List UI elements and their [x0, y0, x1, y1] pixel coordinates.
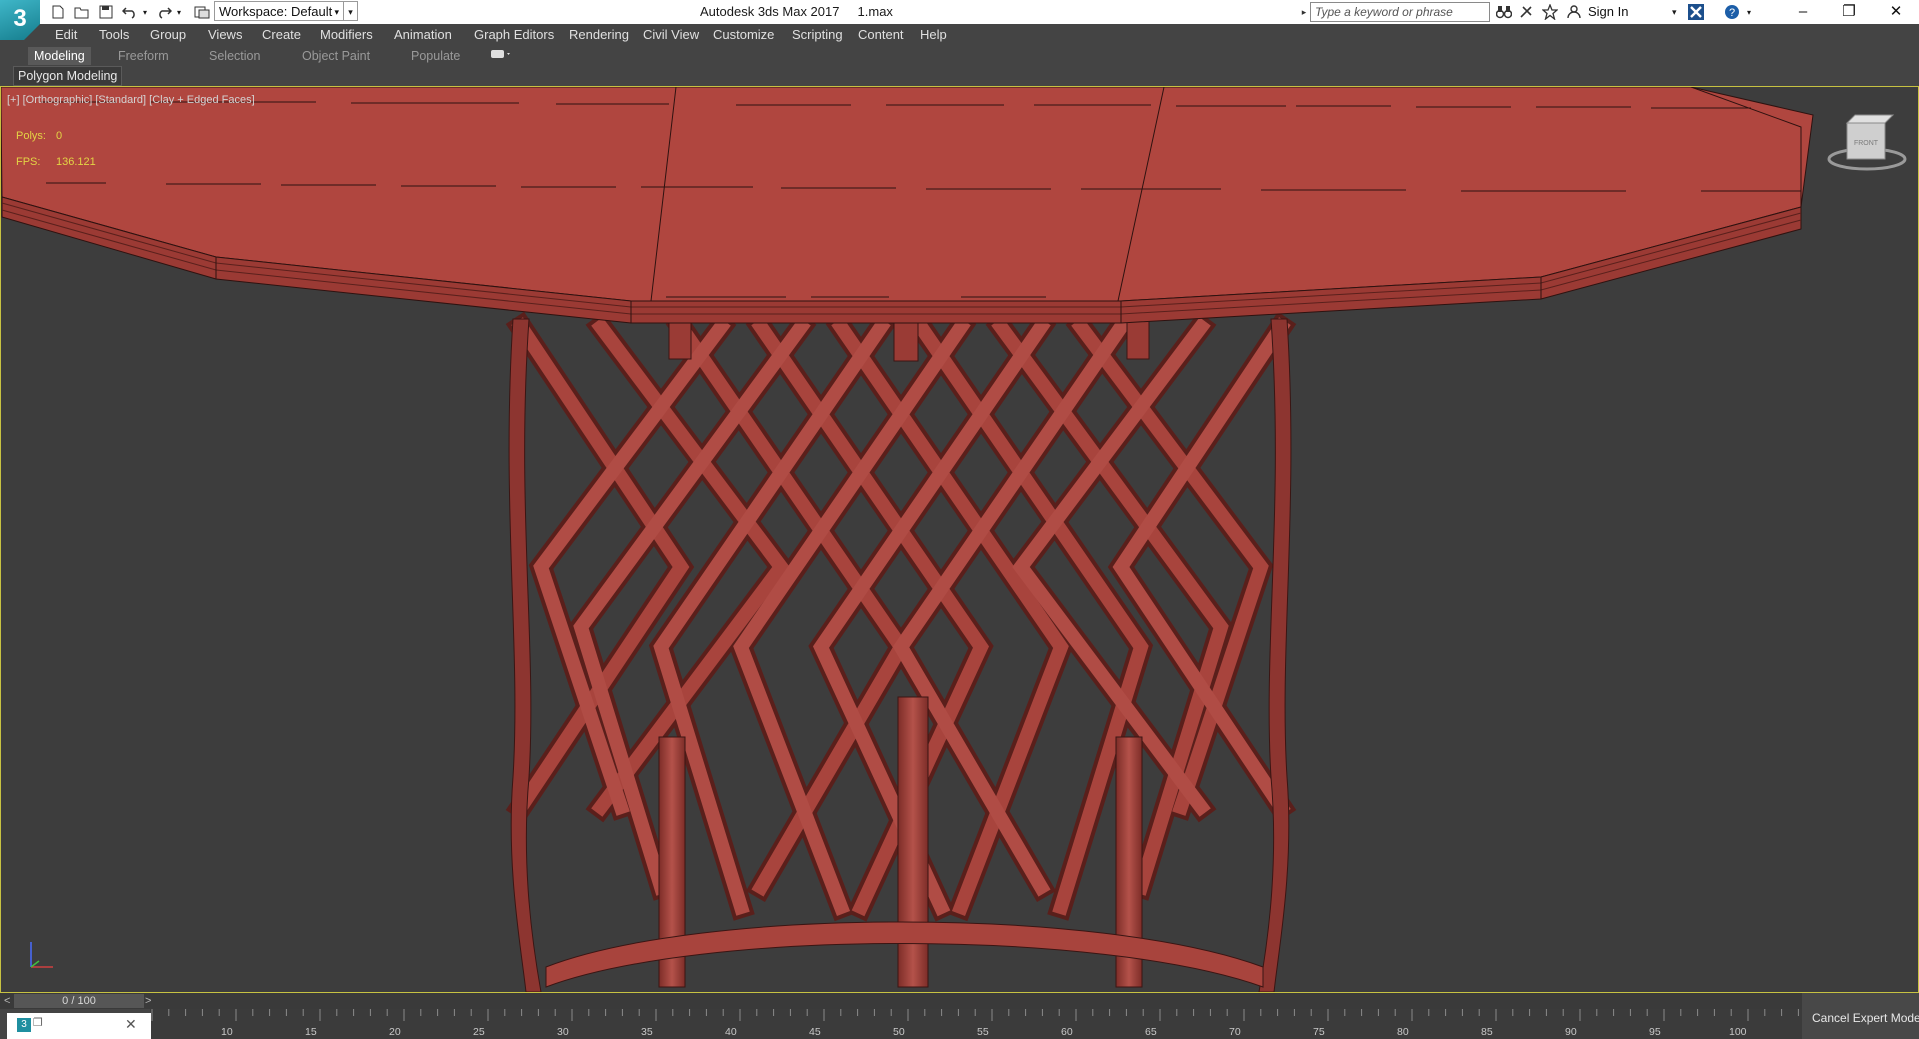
- fps-value: 136.121: [56, 156, 96, 168]
- polygon-modeling-panel[interactable]: Polygon Modeling: [13, 66, 123, 86]
- restore-button[interactable]: ❐: [1826, 0, 1872, 24]
- menu-graph-editors[interactable]: Graph Editors: [474, 24, 554, 46]
- project-folder-icon[interactable]: [192, 2, 212, 22]
- minimized-window-thumbnail[interactable]: 3 ❐ ✕: [7, 1013, 151, 1039]
- tab-modeling[interactable]: Modeling: [28, 47, 91, 65]
- tick-label: 90: [1565, 1026, 1577, 1038]
- menu-civil-view[interactable]: Civil View: [643, 24, 699, 46]
- user-icon[interactable]: [1564, 2, 1584, 22]
- exchange-icon[interactable]: [1686, 2, 1706, 22]
- app-small-icon: 3: [17, 1018, 31, 1032]
- menu-customize[interactable]: Customize: [713, 24, 774, 46]
- tick-label: 45: [809, 1026, 821, 1038]
- menu-edit[interactable]: Edit: [55, 24, 77, 46]
- menu-modifiers[interactable]: Modifiers: [320, 24, 373, 46]
- trackbar[interactable]: 10 15 20 25 30 35 40 45 50 55 60 65 70 7…: [150, 1009, 1802, 1039]
- frame-indicator: 0 / 100: [62, 995, 96, 1007]
- communication-center-icon[interactable]: [1516, 2, 1536, 22]
- tick-label: 60: [1061, 1026, 1073, 1038]
- search-expand-icon[interactable]: ▸: [1298, 2, 1310, 22]
- time-slider[interactable]: < 0 / 100 >: [0, 993, 1802, 1009]
- tick-label: 10: [221, 1026, 233, 1038]
- tick-label: 35: [641, 1026, 653, 1038]
- viewcube[interactable]: FRONT: [1827, 114, 1907, 171]
- close-small-icon[interactable]: ✕: [125, 1016, 137, 1033]
- ribbon-options-icon[interactable]: [484, 47, 518, 65]
- table-base-lattice[interactable]: [505, 311, 1297, 992]
- tick-label: 30: [557, 1026, 569, 1038]
- tick-label: 15: [305, 1026, 317, 1038]
- viewport-orthographic[interactable]: FRONT [+] [Orthographic] [Standard] [Cla…: [0, 86, 1919, 993]
- viewcube-label: FRONT: [1854, 140, 1879, 147]
- star-icon[interactable]: [1540, 2, 1560, 22]
- help-dropdown-icon[interactable]: ▾: [1744, 2, 1754, 22]
- tick-label: 75: [1313, 1026, 1325, 1038]
- polys-label: Polys:: [16, 130, 46, 142]
- workspace-dropdown-icon[interactable]: ▾: [344, 1, 358, 21]
- viewport-label[interactable]: [+] [Orthographic] [Standard] [Clay + Ed…: [7, 94, 255, 106]
- undo-dropdown-icon[interactable]: ▾: [140, 2, 150, 22]
- tab-selection[interactable]: Selection: [203, 47, 266, 65]
- window-title: Autodesk 3ds Max 2017 1.max: [700, 4, 893, 19]
- svg-text:?: ?: [1729, 7, 1735, 19]
- title-bar: 3 ▾ ▾ Workspace: Default ▾ ▾ Autodesk 3d…: [0, 0, 1919, 40]
- tab-populate[interactable]: Populate: [405, 47, 466, 65]
- tab-object-paint[interactable]: Object Paint: [296, 47, 376, 65]
- tick-label: 20: [389, 1026, 401, 1038]
- ribbon-tabs: Modeling Freeform Selection Object Paint…: [0, 46, 1919, 66]
- close-button[interactable]: ✕: [1873, 0, 1919, 24]
- fps-label: FPS:: [16, 156, 41, 168]
- polys-value: 0: [56, 130, 63, 142]
- tick-label: 70: [1229, 1026, 1241, 1038]
- help-icon[interactable]: ?: [1722, 2, 1742, 22]
- menu-tools[interactable]: Tools: [99, 24, 129, 46]
- menu-animation[interactable]: Animation: [394, 24, 452, 46]
- time-slider-thumb[interactable]: 0 / 100: [14, 994, 144, 1008]
- prev-frame-button[interactable]: <: [4, 993, 10, 1009]
- chevron-down-icon[interactable]: ▾: [1672, 2, 1677, 22]
- tick-label: 50: [893, 1026, 905, 1038]
- table-top[interactable]: [1, 87, 1814, 324]
- axis-tripod-icon: [30, 942, 53, 968]
- search-input[interactable]: [1310, 2, 1490, 22]
- menu-scripting[interactable]: Scripting: [792, 24, 843, 46]
- menu-group[interactable]: Group: [150, 24, 186, 46]
- new-file-icon[interactable]: [48, 2, 68, 22]
- menu-help[interactable]: Help: [920, 24, 947, 46]
- menu-content[interactable]: Content: [858, 24, 904, 46]
- sign-in-link[interactable]: Sign In: [1588, 2, 1628, 22]
- tick-label: 25: [473, 1026, 485, 1038]
- binoculars-icon[interactable]: [1494, 2, 1514, 22]
- restore-small-icon[interactable]: ❐: [33, 1016, 43, 1029]
- chevron-down-icon: ▾: [334, 7, 339, 17]
- cancel-expert-mode-button[interactable]: Cancel Expert Mode: [1812, 1011, 1919, 1025]
- viewport-canvas[interactable]: FRONT: [1, 87, 1919, 993]
- ribbon-panel: Polygon Modeling: [0, 66, 1919, 86]
- tick-label: 80: [1397, 1026, 1409, 1038]
- workspace-label: Workspace: Default: [219, 4, 333, 19]
- menu-create[interactable]: Create: [262, 24, 301, 46]
- redo-dropdown-icon[interactable]: ▾: [174, 2, 184, 22]
- menu-bar: Edit Tools Group Views Create Modifiers …: [0, 24, 1919, 46]
- tick-label: 55: [977, 1026, 989, 1038]
- menu-rendering[interactable]: Rendering: [569, 24, 629, 46]
- workspace-select[interactable]: Workspace: Default ▾: [214, 1, 344, 21]
- save-icon[interactable]: [96, 2, 116, 22]
- next-frame-button[interactable]: >: [145, 993, 151, 1009]
- undo-icon[interactable]: [120, 2, 140, 22]
- minimize-button[interactable]: –: [1780, 0, 1826, 24]
- redo-icon[interactable]: [154, 2, 174, 22]
- tick-label: 100: [1729, 1026, 1747, 1038]
- open-file-icon[interactable]: [72, 2, 92, 22]
- tick-label: 65: [1145, 1026, 1157, 1038]
- tick-label: 85: [1481, 1026, 1493, 1038]
- tab-freeform[interactable]: Freeform: [112, 47, 175, 65]
- tick-label: 95: [1649, 1026, 1661, 1038]
- menu-views[interactable]: Views: [208, 24, 242, 46]
- tick-label: 40: [725, 1026, 737, 1038]
